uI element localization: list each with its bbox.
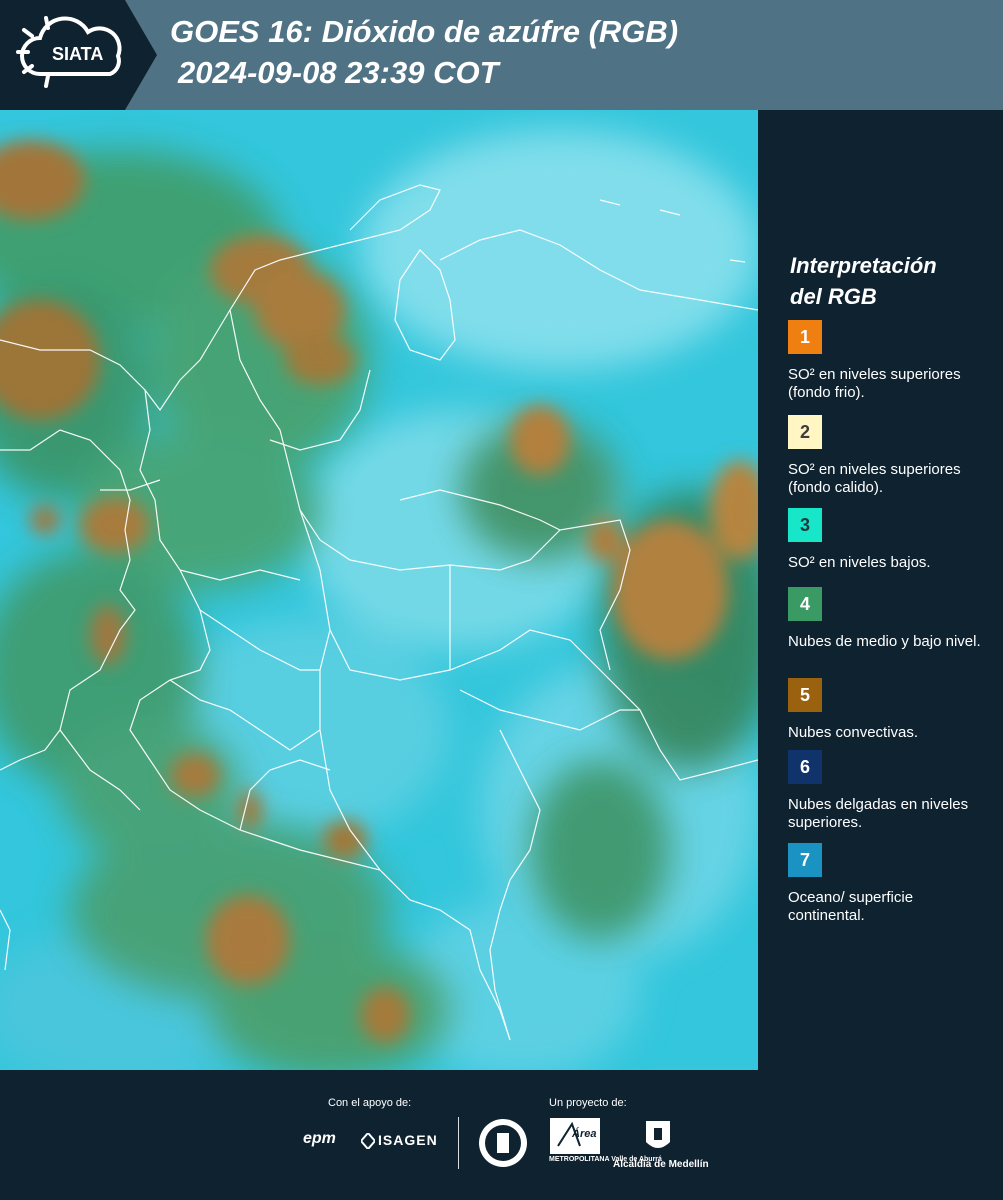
page-timestamp: 2024-09-08 23:39 COT (178, 55, 499, 90)
legend-description: Oceano/ superficie continental. (788, 889, 914, 924)
legend-swatch: 2 (788, 415, 822, 449)
legend-description: SO² en niveles bajos. (788, 554, 931, 571)
header-bar: SIATA GOES 16: Dióxido de azúfre (RGB) 2… (0, 0, 1003, 110)
support-label: Con el apoyo de: (328, 1097, 412, 1109)
legend-panel: Interpretación del RGB 1 SO² en niveles s… (758, 110, 1003, 1070)
legend-swatch: 7 (788, 843, 822, 877)
legend-swatch: 6 (788, 750, 822, 784)
legend-item: 6 Nubes delgadas en niveles superiores. (788, 750, 993, 832)
medellin-seal-icon (477, 1117, 529, 1174)
legend-description: SO² en niveles superiores (fondo frio). (788, 366, 961, 401)
legend-item: 1 SO² en niveles superiores (fondo frio). (788, 320, 993, 402)
legend-description: Nubes convectivas. (788, 724, 919, 741)
legend-swatch: 1 (788, 320, 822, 354)
legend-item: 3 SO² en niveles bajos. (788, 508, 993, 572)
legend-title: Interpretación del RGB (790, 250, 990, 312)
legend-item: 2 SO² en niveles superiores (fondo calido… (788, 415, 993, 497)
isagen-icon (359, 1131, 377, 1154)
legend-description: SO² en niveles superiores (fondo calido)… (788, 461, 961, 496)
satellite-map (0, 110, 758, 1070)
alcaldia-caption: Alcaldía de Medellín (613, 1159, 709, 1170)
page-title: GOES 16: Dióxido de azúfre (RGB) (170, 14, 679, 49)
epm-logo: epm (303, 1130, 336, 1147)
legend-item: 5 Nubes convectivas. (788, 678, 993, 742)
footer: Con el apoyo de: Un proyecto de: epm ISA… (0, 1070, 1003, 1200)
project-label: Un proyecto de: (549, 1097, 627, 1109)
legend-swatch: 3 (788, 508, 822, 542)
area-script: Área (572, 1128, 597, 1140)
isagen-logo: ISAGEN (378, 1132, 438, 1148)
legend-swatch: 5 (788, 678, 822, 712)
logo-text: SIATA (52, 44, 104, 64)
legend-item: 7 Oceano/ superficie continental. (788, 843, 993, 925)
legend-item: 4 Nubes de medio y bajo nivel. (788, 587, 993, 651)
legend-description: Nubes delgadas en niveles superiores. (788, 796, 969, 831)
footer-divider (458, 1117, 459, 1169)
legend-title-line2: del RGB (790, 284, 877, 309)
legend-swatch: 4 (788, 587, 822, 621)
alcaldia-crest-icon (645, 1120, 671, 1159)
legend-description: Nubes de medio y bajo nivel. (788, 633, 981, 650)
legend-title-line1: Interpretación (790, 253, 937, 278)
